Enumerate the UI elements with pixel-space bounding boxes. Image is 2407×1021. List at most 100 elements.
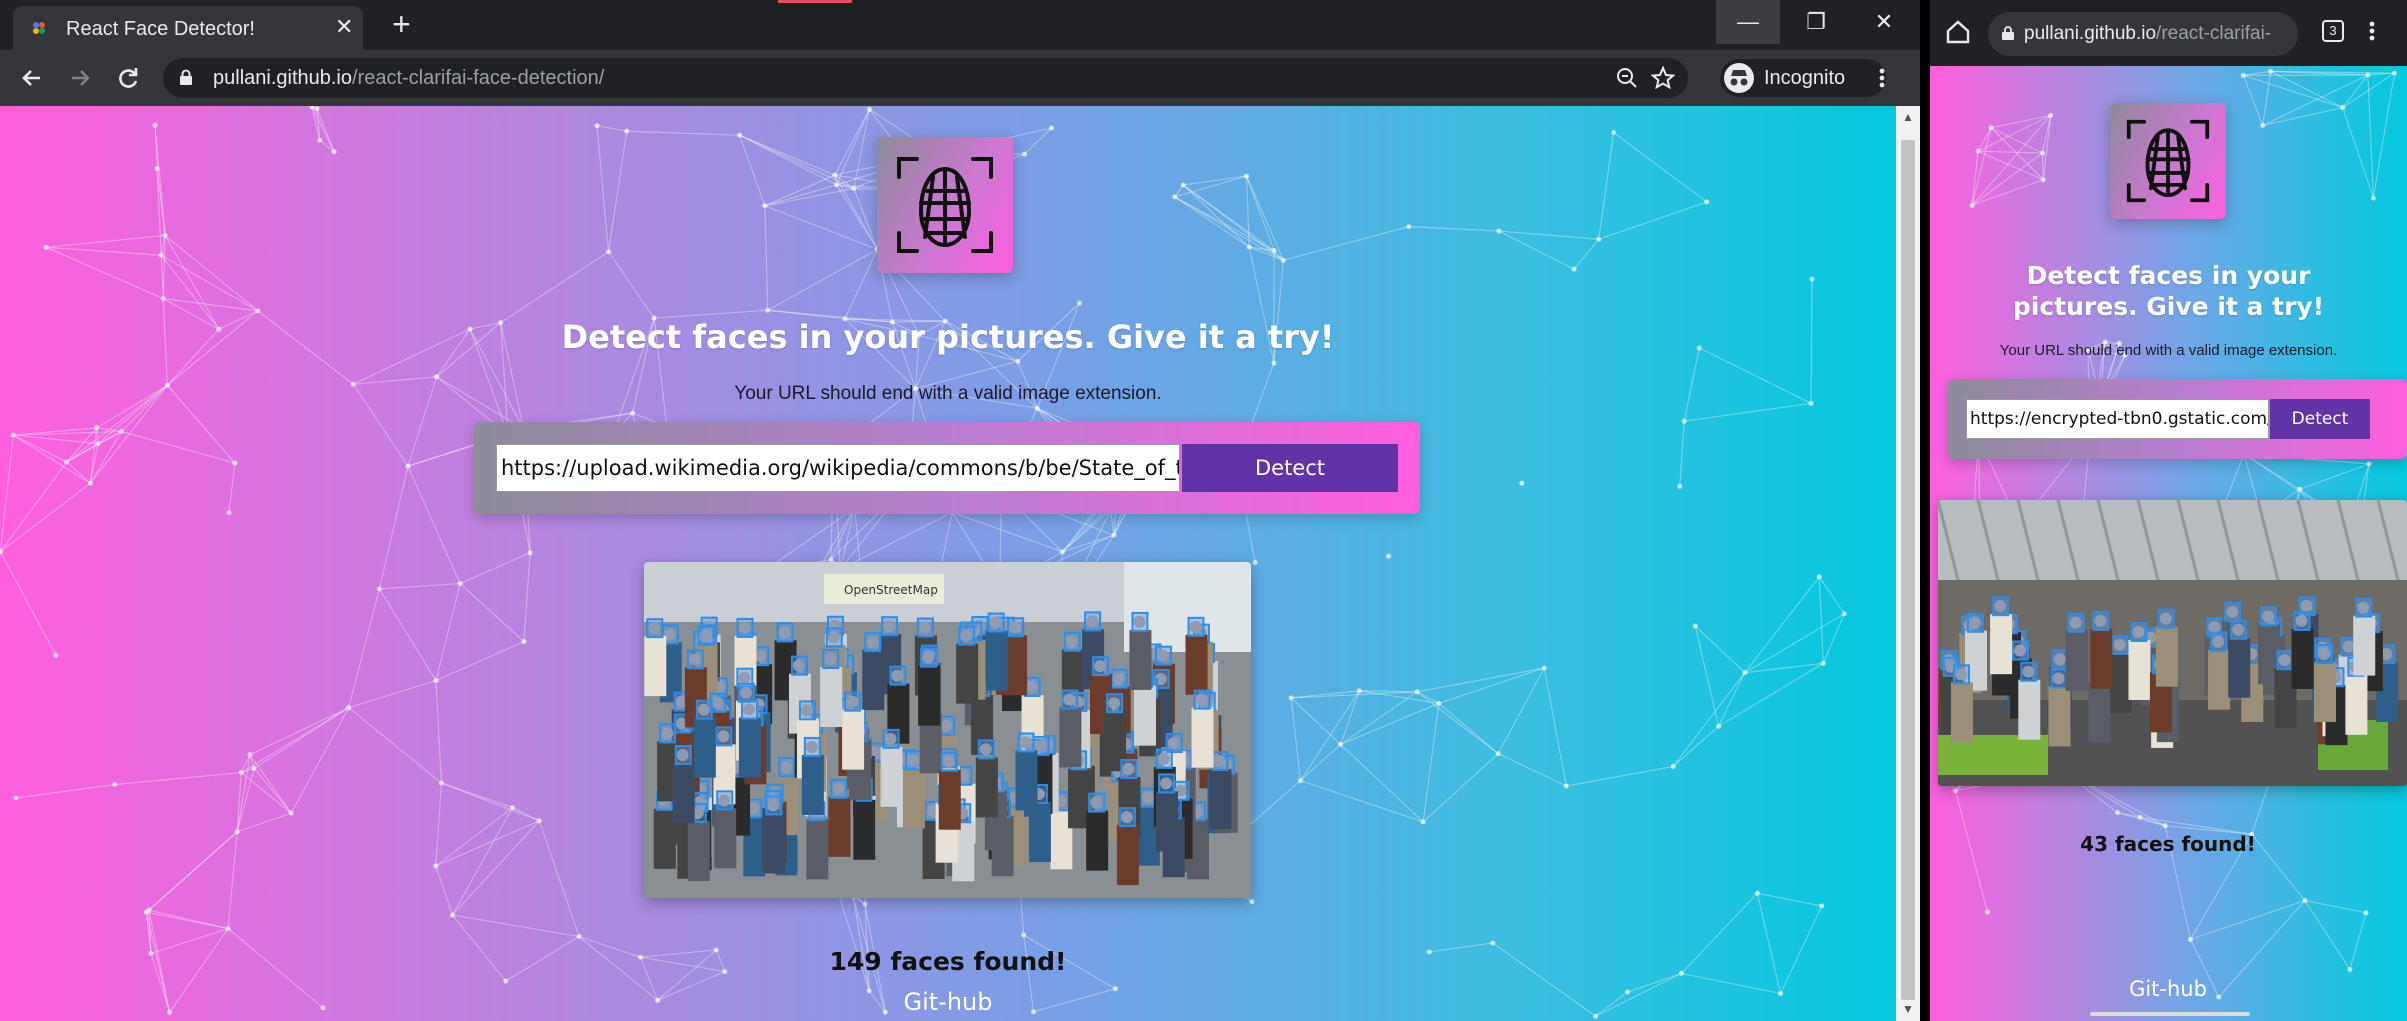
browser-tab[interactable]: React Face Detector! ✕	[13, 6, 363, 50]
lock-icon	[2002, 26, 2014, 40]
face-box	[737, 682, 755, 703]
face-box	[790, 655, 808, 676]
face-box	[1193, 689, 1211, 710]
mobile-url-text: pullani.github.io/react-clarifai-	[2024, 23, 2272, 44]
back-arrow-icon[interactable]	[16, 62, 48, 94]
mobile-toolbar: pullani.github.io/react-clarifai- 3	[1930, 0, 2407, 66]
accent-bar	[778, 0, 852, 3]
address-bar[interactable]: pullani.github.io/react-clarifai-face-de…	[163, 58, 1688, 98]
incognito-label: Incognito	[1764, 67, 1846, 89]
mobile-address-bar[interactable]: pullani.github.io/react-clarifai-	[1988, 12, 2298, 56]
face-box	[2355, 597, 2373, 618]
face-box	[798, 700, 816, 721]
github-link[interactable]: Git-hub	[1968, 977, 2368, 1001]
face-box	[2111, 634, 2129, 655]
face-box	[1106, 693, 1124, 714]
face-box	[776, 622, 794, 643]
scroll-up-icon[interactable]: ▲	[1901, 110, 1915, 124]
tab-close-icon[interactable]: ✕	[335, 16, 353, 38]
maximize-button[interactable]: ❐	[1784, 0, 1848, 44]
mobile-browser-window: pullani.github.io/react-clarifai- 3 Dete…	[1930, 0, 2407, 1021]
face-box	[697, 625, 715, 646]
url-form: https://encrypted-tbn0.gstatic.com/image…	[1948, 379, 2407, 459]
face-box	[2276, 650, 2294, 671]
face-box	[716, 790, 734, 811]
image-url-input[interactable]: https://upload.wikimedia.org/wikipedia/c…	[496, 444, 1180, 492]
face-box	[686, 649, 704, 670]
crowd-photo: OpenStreetMap	[644, 562, 1251, 898]
tab-strip: React Face Detector! ✕ + — ❐ ✕	[0, 0, 1920, 50]
face-scan-logo	[877, 137, 1013, 273]
face-box	[2260, 606, 2278, 627]
menu-dots-icon[interactable]	[1876, 62, 1888, 94]
detect-button[interactable]: Detect	[2270, 399, 2370, 439]
face-box	[1966, 612, 1984, 633]
scroll-down-icon[interactable]: ▼	[1901, 1002, 1915, 1016]
image-url-input[interactable]: https://encrypted-tbn0.gstatic.com/image…	[1966, 399, 2269, 439]
reload-icon[interactable]	[112, 62, 144, 94]
face-box	[2224, 601, 2242, 622]
face-box	[822, 649, 840, 670]
scrollbar-thumb[interactable]	[1901, 140, 1915, 1000]
face-box	[1084, 611, 1102, 632]
menu-dots-icon[interactable]	[2368, 16, 2376, 52]
face-box	[1139, 787, 1157, 808]
github-link[interactable]: Git-hub	[648, 988, 1248, 1016]
tab-switcher-icon[interactable]: 3	[2322, 20, 2344, 42]
face-box	[2316, 643, 2334, 664]
face-box	[740, 699, 758, 720]
face-box	[1007, 617, 1025, 638]
face-box	[889, 665, 907, 686]
faces-found-count: 149 faces found!	[829, 947, 1067, 976]
page-viewport: Detect faces in your pictures. Give it a…	[0, 106, 1896, 1021]
page-subline: Your URL should end with a valid image e…	[1999, 342, 2338, 359]
incognito-badge[interactable]: Incognito	[1720, 59, 1886, 97]
face-box	[825, 627, 843, 648]
window-divider	[1920, 0, 1930, 1021]
zoom-icon[interactable]	[1615, 66, 1639, 90]
face-box	[2011, 640, 2029, 661]
face-box	[2157, 608, 2175, 629]
face-box	[844, 691, 862, 712]
face-box	[1061, 689, 1079, 710]
face-box	[1120, 759, 1138, 780]
face-box	[881, 616, 899, 637]
face-box	[765, 795, 783, 816]
lock-icon	[180, 69, 192, 85]
face-box	[1092, 656, 1110, 677]
face-box	[695, 699, 713, 720]
face-box	[1952, 664, 1970, 685]
page-headline: Detect faces in your pictures. Give it a…	[2012, 261, 2325, 321]
face-box	[1017, 732, 1035, 753]
close-window-button[interactable]: ✕	[1852, 0, 1916, 44]
new-tab-button[interactable]: +	[392, 8, 411, 40]
gesture-bar	[2090, 1012, 2250, 1016]
home-icon[interactable]	[1944, 18, 1972, 46]
incognito-icon	[1724, 63, 1754, 93]
face-box	[1118, 807, 1136, 828]
face-box	[2020, 661, 2038, 682]
page-subline: Your URL should end with a valid image e…	[734, 383, 1162, 404]
vertical-scrollbar[interactable]: ▲ ▼	[1896, 106, 1920, 1021]
face-box	[2230, 619, 2248, 640]
face-box	[987, 612, 1005, 633]
star-icon[interactable]	[1651, 66, 1675, 90]
face-box	[1110, 668, 1128, 689]
face-box	[830, 778, 848, 799]
minimize-button[interactable]: —	[1716, 0, 1780, 44]
face-scan-logo	[2110, 103, 2226, 219]
face-box	[977, 739, 995, 760]
face-box	[1211, 751, 1229, 772]
face-box	[778, 757, 796, 778]
face-box	[2092, 610, 2110, 631]
detect-button[interactable]: Detect	[1182, 444, 1398, 492]
forward-arrow-icon[interactable]	[64, 62, 96, 94]
page-headline: Detect faces in your pictures. Give it a…	[561, 318, 1335, 356]
face-box	[1088, 792, 1106, 813]
desktop-browser-window: React Face Detector! ✕ + — ❐ ✕ pullani.g…	[0, 0, 1920, 1021]
detected-image: OpenStreetMap	[644, 562, 1251, 898]
face-box	[1158, 773, 1176, 794]
face-box	[736, 617, 754, 638]
faces-found-count: 43 faces found!	[2080, 832, 2256, 856]
face-box	[1992, 596, 2010, 617]
